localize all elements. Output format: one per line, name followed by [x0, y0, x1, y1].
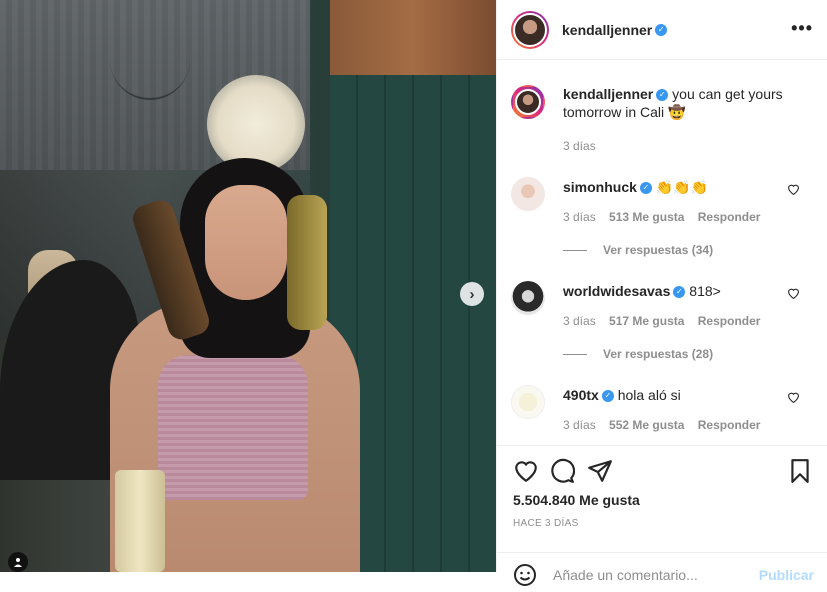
view-replies-label: Ver respuestas (34)	[603, 243, 714, 257]
comment-username[interactable]: 490tx	[563, 387, 599, 403]
action-icons-row	[513, 458, 813, 484]
commenter-avatar[interactable]	[511, 177, 545, 211]
comment-username[interactable]: worldwidesavas	[563, 283, 670, 299]
comment-likes[interactable]: 517 Me gusta	[609, 314, 684, 328]
view-replies-label: Ver respuestas (28)	[603, 347, 714, 361]
commenter-avatar[interactable]	[511, 385, 545, 419]
photo-subject-top	[158, 355, 308, 500]
comment-item: simonhuck ✓ 👏👏👏 3 días 513 Me gusta Respo…	[511, 177, 816, 267]
comment-like-heart-icon[interactable]	[787, 287, 800, 302]
comment-time[interactable]: 3 días	[563, 418, 596, 432]
caption: kendalljenner ✓ you can get yours tomorro…	[511, 85, 816, 165]
verified-badge-icon: ✓	[601, 390, 614, 403]
replies-divider	[563, 250, 587, 252]
emoji-smiley-icon[interactable]	[513, 563, 537, 587]
comment-like-heart-icon[interactable]	[787, 183, 800, 198]
reply-button[interactable]: Responder	[698, 314, 761, 328]
photo-bottle-right	[287, 195, 327, 330]
comments-list[interactable]: kendalljenner ✓ you can get yours tomorro…	[497, 61, 827, 445]
comment-text: 818>	[689, 283, 721, 299]
comment-item: 490tx ✓ hola aló si 3 días 552 Me gusta R…	[511, 385, 816, 445]
view-replies-button[interactable]: Ver respuestas (34)	[563, 243, 713, 257]
like-heart-icon[interactable]	[513, 458, 539, 484]
comment-username[interactable]: simonhuck	[563, 179, 637, 195]
publish-button[interactable]: Publicar	[759, 567, 814, 583]
comment-meta: 3 días 552 Me gusta Responder	[563, 418, 770, 432]
author-username[interactable]: kendalljenner	[562, 22, 652, 38]
post-sidebar: kendalljenner ✓ ••• kendalljenner ✓ you c…	[496, 0, 827, 586]
add-comment-bar: Publicar	[497, 552, 827, 592]
comment-text: hola aló si	[617, 387, 681, 403]
post-header: kendalljenner ✓ •••	[497, 0, 827, 60]
photo-glass	[115, 470, 165, 572]
share-paper-plane-icon[interactable]	[587, 458, 613, 484]
comment-likes[interactable]: 552 Me gusta	[609, 418, 684, 432]
caption-username[interactable]: kendalljenner	[563, 86, 653, 102]
comment-input[interactable]	[553, 567, 743, 583]
verified-badge-icon: ✓	[673, 286, 686, 299]
post-actions: 5.504.840 Me gusta HACE 3 DÍAS Publicar	[497, 445, 827, 586]
cowboy-emoji: 🤠	[668, 105, 686, 121]
comment-text-block: worldwidesavas ✓ 818>	[563, 282, 793, 300]
photo-wood-panel	[330, 0, 496, 75]
verified-badge-icon: ✓	[655, 23, 668, 36]
verified-badge-icon: ✓	[639, 182, 652, 195]
comment-text-block: 490tx ✓ hola aló si	[563, 386, 793, 404]
verified-badge-icon: ✓	[656, 89, 669, 102]
caption-text-block: kendalljenner ✓ you can get yours tomorro…	[563, 85, 793, 122]
comment-like-heart-icon[interactable]	[787, 391, 800, 406]
comment-text-block: simonhuck ✓ 👏👏👏	[563, 178, 793, 197]
save-bookmark-icon[interactable]	[787, 458, 813, 484]
post-photo[interactable]: ›	[0, 0, 496, 572]
comment-text: 👏👏👏	[655, 180, 709, 196]
chevron-right-icon: ›	[469, 285, 475, 303]
commenter-avatar[interactable]	[511, 281, 545, 315]
comment-bubble-icon[interactable]	[549, 458, 576, 484]
comment-time[interactable]: 3 días	[563, 314, 596, 328]
caption-time[interactable]: 3 días	[563, 139, 596, 153]
comment-item: worldwidesavas ✓ 818> 3 días 517 Me gusta…	[511, 281, 816, 371]
comment-meta: 3 días 517 Me gusta Responder	[563, 314, 770, 328]
photo-subject-face	[205, 185, 287, 300]
post-timestamp[interactable]: HACE 3 DÍAS	[513, 518, 579, 529]
comment-time[interactable]: 3 días	[563, 210, 596, 224]
author-avatar[interactable]	[511, 10, 549, 49]
next-photo-button[interactable]: ›	[460, 282, 484, 306]
user-tag-icon[interactable]	[8, 552, 28, 572]
replies-divider	[563, 354, 587, 356]
comment-likes[interactable]: 513 Me gusta	[609, 210, 684, 224]
reply-button[interactable]: Responder	[698, 418, 761, 432]
instagram-post: › kendalljenner ✓ ••• kendalljenner ✓ you…	[0, 0, 827, 586]
likes-count[interactable]: 5.504.840 Me gusta	[513, 492, 640, 508]
reply-button[interactable]: Responder	[698, 210, 761, 224]
comment-meta: 3 días 513 Me gusta Responder	[563, 210, 770, 224]
view-replies-button[interactable]: Ver respuestas (28)	[563, 347, 713, 361]
more-options-icon[interactable]: •••	[791, 18, 813, 39]
caption-avatar[interactable]	[511, 85, 545, 119]
caption-meta: 3 días	[563, 139, 606, 153]
